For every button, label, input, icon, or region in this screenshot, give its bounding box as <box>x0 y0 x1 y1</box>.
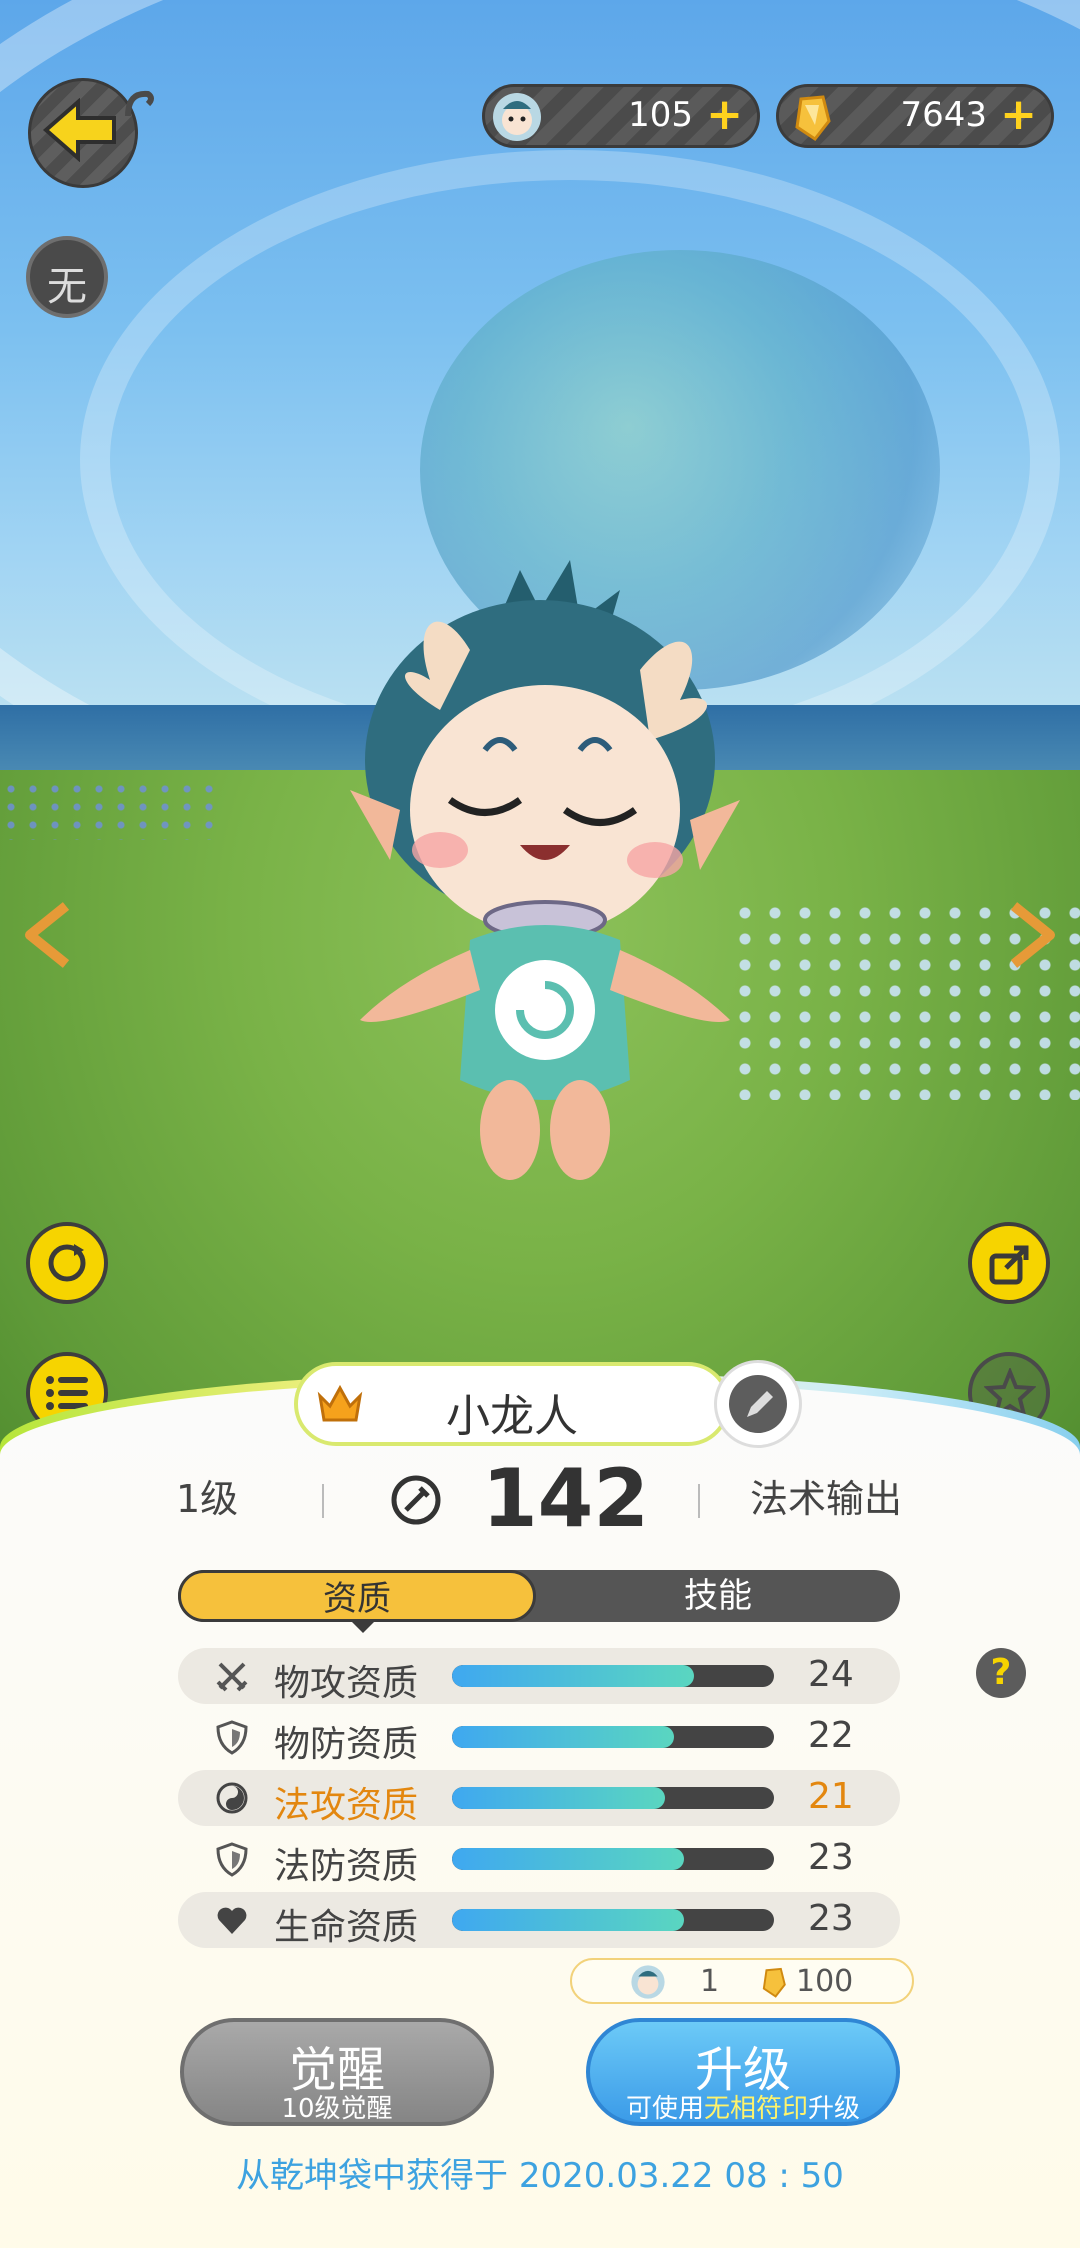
pet-token-value: 105 <box>628 95 693 135</box>
chevron-right-icon <box>1010 902 1055 968</box>
aptitude-label: 物攻资质 <box>274 1663 419 1704</box>
pet-face-icon <box>631 1965 665 1999</box>
upgrade-sub-prefix: 可使用 <box>625 2094 704 2124</box>
chevron-left-icon <box>25 902 70 968</box>
aptitude-row: 物攻资质 24 <box>178 1648 900 1704</box>
aptitude-bar <box>452 1726 774 1748</box>
aptitude-bar-fill <box>452 1787 665 1809</box>
divider <box>698 1484 700 1518</box>
crystal-value: 7643 <box>900 95 987 135</box>
upgrade-sub-suffix: 升级 <box>808 2094 861 2124</box>
previous-pet-arrow[interactable] <box>22 900 72 987</box>
crystal-cost: 100 <box>796 1964 854 1999</box>
share-button[interactable] <box>968 1222 1050 1304</box>
aptitude-bar-fill <box>452 1665 694 1687</box>
token-cost: 1 <box>700 1964 720 1999</box>
power-sword-icon <box>391 1475 441 1525</box>
next-pet-arrow[interactable] <box>1008 900 1058 987</box>
aptitude-row: 生命资质 23 <box>178 1892 900 1948</box>
combat-power: 142 <box>482 1452 649 1545</box>
arrow-left-icon <box>42 98 116 162</box>
heart-icon <box>217 1907 247 1934</box>
aptitude-row: 法攻资质 21 <box>178 1770 900 1826</box>
flowers <box>0 780 220 840</box>
pet-name: 小龙人 <box>446 1391 578 1442</box>
game-scene <box>0 0 1080 1500</box>
gold-crystal-icon <box>795 95 831 142</box>
help-button[interactable]: ? <box>976 1648 1026 1698</box>
tab-skills[interactable]: 技能 <box>536 1570 900 1622</box>
aptitude-label: 法防资质 <box>274 1846 419 1887</box>
aptitude-row: 物防资质 22 <box>178 1709 900 1765</box>
add-crystal-button[interactable]: + <box>1000 93 1037 137</box>
crossed-swords-icon <box>216 1662 248 1692</box>
aptitude-label: 法攻资质 <box>274 1785 419 1826</box>
aptitude-row: 法防资质 23 <box>178 1831 900 1887</box>
info-tabs: 资质 技能 <box>178 1570 900 1633</box>
back-button[interactable] <box>28 78 156 188</box>
pet-token-counter: 105 + <box>482 84 760 148</box>
aptitude-bar <box>452 1909 774 1931</box>
aptitude-value: 23 <box>808 1837 854 1878</box>
aptitude-bar-fill <box>452 1909 684 1931</box>
aptitude-bar-fill <box>452 1848 684 1870</box>
share-icon <box>989 1245 1029 1285</box>
none-badge-button[interactable]: 无 <box>26 236 108 318</box>
rotate-view-button[interactable] <box>26 1222 108 1304</box>
tab-aptitude[interactable]: 资质 <box>178 1570 536 1633</box>
rotate-icon <box>48 1244 86 1282</box>
aptitude-value: 22 <box>808 1715 854 1756</box>
magic-swirl-icon <box>216 1782 248 1814</box>
pet-role: 法术输出 <box>750 1477 903 1521</box>
awaken-button[interactable]: 觉醒 10级觉醒 <box>180 2018 494 2126</box>
pet-level: 1级 <box>176 1477 239 1521</box>
aptitude-value: 23 <box>808 1898 854 1939</box>
awaken-subtitle: 10级觉醒 <box>281 2094 393 2124</box>
crystal-counter: 7643 + <box>776 84 1054 148</box>
aptitude-value: 21 <box>808 1776 854 1817</box>
aptitude-label: 物防资质 <box>274 1724 419 1765</box>
shield-icon <box>216 1720 248 1755</box>
aptitude-label: 生命资质 <box>274 1907 419 1948</box>
upgrade-button[interactable]: 升级 可使用无相符印升级 <box>586 2018 900 2126</box>
aptitude-bar <box>452 1848 774 1870</box>
rename-button[interactable] <box>714 1360 802 1448</box>
aptitude-value: 24 <box>808 1654 854 1695</box>
aptitude-bar-fill <box>452 1726 675 1748</box>
upgrade-cost: 1 100 <box>570 1958 914 2004</box>
aptitude-bar <box>452 1665 774 1687</box>
divider <box>322 1484 324 1518</box>
upgrade-sub-item: 无相符印 <box>703 2094 808 2124</box>
pet-name-bar: 小龙人 <box>294 1362 730 1446</box>
pet-character[interactable] <box>320 560 760 1240</box>
obtained-info: 从乾坤袋中获得于 2020.03.22 08 : 50 <box>236 2156 844 2196</box>
upgrade-subtitle: 可使用无相符印升级 <box>590 2088 896 2125</box>
gold-crystal-icon <box>762 1967 786 1998</box>
tail-curl-icon <box>125 90 154 117</box>
pet-face-icon <box>493 93 541 141</box>
add-pet-token-button[interactable]: + <box>706 93 743 137</box>
shield-icon <box>216 1842 248 1877</box>
aptitude-bar <box>452 1787 774 1809</box>
pencil-icon <box>747 1391 773 1417</box>
none-badge-label: 无 <box>47 264 87 310</box>
